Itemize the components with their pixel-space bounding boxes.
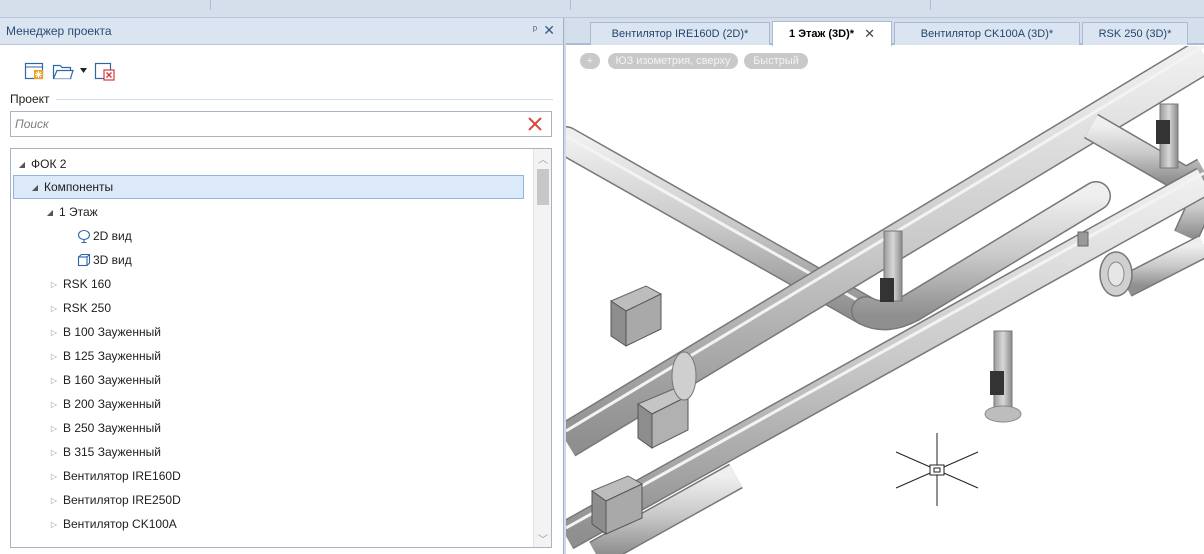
tree-item-fan-ck100a[interactable]: ▷ Вентилятор CK100A	[11, 512, 524, 536]
tree-item-rsk-250[interactable]: ▷ RSK 250	[11, 296, 524, 320]
vertical-drop-2	[984, 330, 1022, 423]
tree-item-label: В 125 Зауженный	[63, 349, 161, 363]
tree-item-fok2[interactable]: ◢ ФОК 2	[11, 152, 524, 176]
equipment-box-1	[609, 285, 663, 347]
project-manager-panel: Менеджер проекта ᵖ ✕ Проект Поиск ◢ ФОК …	[0, 18, 564, 554]
open-project-dropdown[interactable]	[80, 60, 88, 82]
tree-item-v250[interactable]: ▷ В 250 Зауженный	[11, 416, 524, 440]
2d-view-icon	[77, 229, 91, 243]
tree-item-label: RSK 160	[63, 277, 112, 291]
tree-item-label: Вентилятор IRE160D	[63, 469, 181, 483]
collapsed-arrow-icon[interactable]: ▷	[49, 496, 59, 505]
tree-item-label: Вентилятор CK100A	[63, 517, 177, 531]
tree-item-v315[interactable]: ▷ В 315 Зауженный	[11, 440, 524, 464]
scroll-up-icon[interactable]: ︿	[534, 149, 551, 167]
tree-item-label: 1 Этаж	[59, 205, 98, 219]
collapsed-arrow-icon[interactable]: ▷	[49, 376, 59, 385]
open-folder-icon	[52, 64, 74, 80]
tree-item-label: 3D вид	[93, 253, 132, 267]
tab-label: 1 Этаж (3D)*	[789, 28, 855, 40]
close-tab-icon[interactable]: ✕	[864, 26, 875, 42]
toolbar-divider	[570, 0, 571, 10]
tree-item-v125[interactable]: ▷ В 125 Зауженный	[11, 344, 524, 368]
search-input[interactable]	[15, 115, 515, 133]
document-tab-bar: Вентилятор IRE160D (2D)* 1 Этаж (3D)* ✕ …	[566, 18, 1204, 46]
tab-fan-ck100a-3d[interactable]: Вентилятор CK100A (3D)*	[894, 22, 1080, 45]
tree-item-label: В 250 Зауженный	[63, 421, 161, 435]
collapsed-arrow-icon[interactable]: ▷	[49, 472, 59, 481]
collapsed-arrow-icon[interactable]: ▷	[49, 328, 59, 337]
tree-item-v160[interactable]: ▷ В 160 Зауженный	[11, 368, 524, 392]
tab-fan-ire160d-2d[interactable]: Вентилятор IRE160D (2D)*	[590, 22, 770, 45]
tab-floor-1-3d[interactable]: 1 Этаж (3D)* ✕	[772, 21, 892, 46]
render-mode-button[interactable]: Быстрый	[744, 53, 808, 69]
tree-item-v200[interactable]: ▷ В 200 Зауженный	[11, 392, 524, 416]
tab-label: Вентилятор IRE160D (2D)*	[611, 28, 749, 40]
duct-right-middle	[1120, 235, 1204, 297]
close-project-icon	[94, 62, 115, 81]
close-project-button[interactable]	[94, 60, 116, 82]
tree-item-label: 2D вид	[93, 229, 132, 243]
tree-item-fan-ire250d[interactable]: ▷ Вентилятор IRE250D	[11, 488, 524, 512]
tab-label: Вентилятор CK100A (3D)*	[920, 28, 1054, 40]
3d-view-icon	[77, 253, 91, 267]
scroll-down-icon[interactable]: ﹀	[534, 529, 551, 547]
tree-item-label: ФОК 2	[31, 157, 67, 171]
toolbar-divider	[210, 0, 211, 10]
duct-collar	[671, 351, 697, 401]
collapsed-arrow-icon[interactable]: ▷	[49, 520, 59, 529]
project-tree: ◢ ФОК 2 ◢ Компоненты ◢ 1 Этаж 2D вид 3D …	[10, 148, 552, 548]
collapsed-arrow-icon[interactable]: ▷	[49, 400, 59, 409]
collapsed-arrow-icon[interactable]: ▷	[49, 352, 59, 361]
tree-item-label: В 200 Зауженный	[63, 397, 161, 411]
tab-label: RSK 250 (3D)*	[1098, 28, 1172, 40]
tab-rsk-250-3d[interactable]: RSK 250 (3D)*	[1082, 22, 1188, 45]
3d-viewport[interactable]: + ЮЗ изометрия, сверху Быстрый	[566, 46, 1204, 554]
top-toolbar-strip	[0, 0, 1204, 18]
tree-item-label: RSK 250	[63, 301, 112, 315]
tree-item-rsk-160[interactable]: ▷ RSK 160	[11, 272, 524, 296]
view-orientation-button[interactable]: ЮЗ изометрия, сверху	[608, 53, 738, 69]
project-section-label: Проект	[10, 92, 50, 106]
open-project-button[interactable]	[52, 60, 74, 82]
tree-item-fan-ire160d[interactable]: ▷ Вентилятор IRE160D	[11, 464, 524, 488]
expanded-arrow-icon[interactable]: ◢	[17, 160, 27, 169]
tree-item-label: В 315 Зауженный	[63, 445, 161, 459]
tree-item-v100[interactable]: ▷ В 100 Зауженный	[11, 320, 524, 344]
dropdown-arrow-icon	[80, 68, 87, 73]
tree-item-components[interactable]: ◢ Компоненты	[13, 175, 524, 199]
pipe-model-drawing	[566, 46, 1204, 554]
pin-icon[interactable]: ᵖ	[533, 24, 537, 36]
close-panel-icon[interactable]: ✕	[543, 22, 555, 39]
search-box	[10, 111, 552, 137]
tree-item-label: Компоненты	[44, 180, 114, 194]
collapsed-arrow-icon[interactable]: ▷	[49, 280, 59, 289]
clear-search-icon[interactable]	[525, 114, 545, 134]
collapsed-arrow-icon[interactable]: ▷	[49, 424, 59, 433]
collapsed-arrow-icon[interactable]: ▷	[49, 304, 59, 313]
viewport-menu-button[interactable]: +	[580, 53, 600, 69]
section-divider	[56, 99, 553, 100]
tree-item-floor-1[interactable]: ◢ 1 Этаж	[11, 200, 524, 224]
crosshair-marker	[895, 433, 979, 506]
expanded-arrow-icon[interactable]: ◢	[45, 208, 55, 217]
new-project-button[interactable]	[24, 60, 46, 82]
panel-title: Менеджер проекта	[6, 24, 112, 38]
tree-item-3d-view[interactable]: 3D вид	[11, 248, 524, 272]
collapsed-arrow-icon[interactable]: ▷	[49, 448, 59, 457]
tree-item-label: В 100 Зауженный	[63, 325, 161, 339]
tree-item-label: Вентилятор IRE250D	[63, 493, 181, 507]
new-project-icon	[24, 62, 44, 80]
panel-header: Менеджер проекта ᵖ ✕	[0, 18, 563, 45]
document-area: Вентилятор IRE160D (2D)* 1 Этаж (3D)* ✕ …	[566, 18, 1204, 554]
tree-item-2d-view[interactable]: 2D вид	[11, 224, 524, 248]
duct-lower	[566, 167, 1204, 550]
project-toolbar	[24, 60, 116, 82]
tree-item-label: В 160 Зауженный	[63, 373, 161, 387]
toolbar-divider	[930, 0, 931, 10]
tree-scrollbar[interactable]: ︿ ﹀	[533, 149, 551, 547]
expanded-arrow-icon[interactable]: ◢	[30, 183, 40, 192]
scroll-thumb[interactable]	[537, 169, 549, 205]
